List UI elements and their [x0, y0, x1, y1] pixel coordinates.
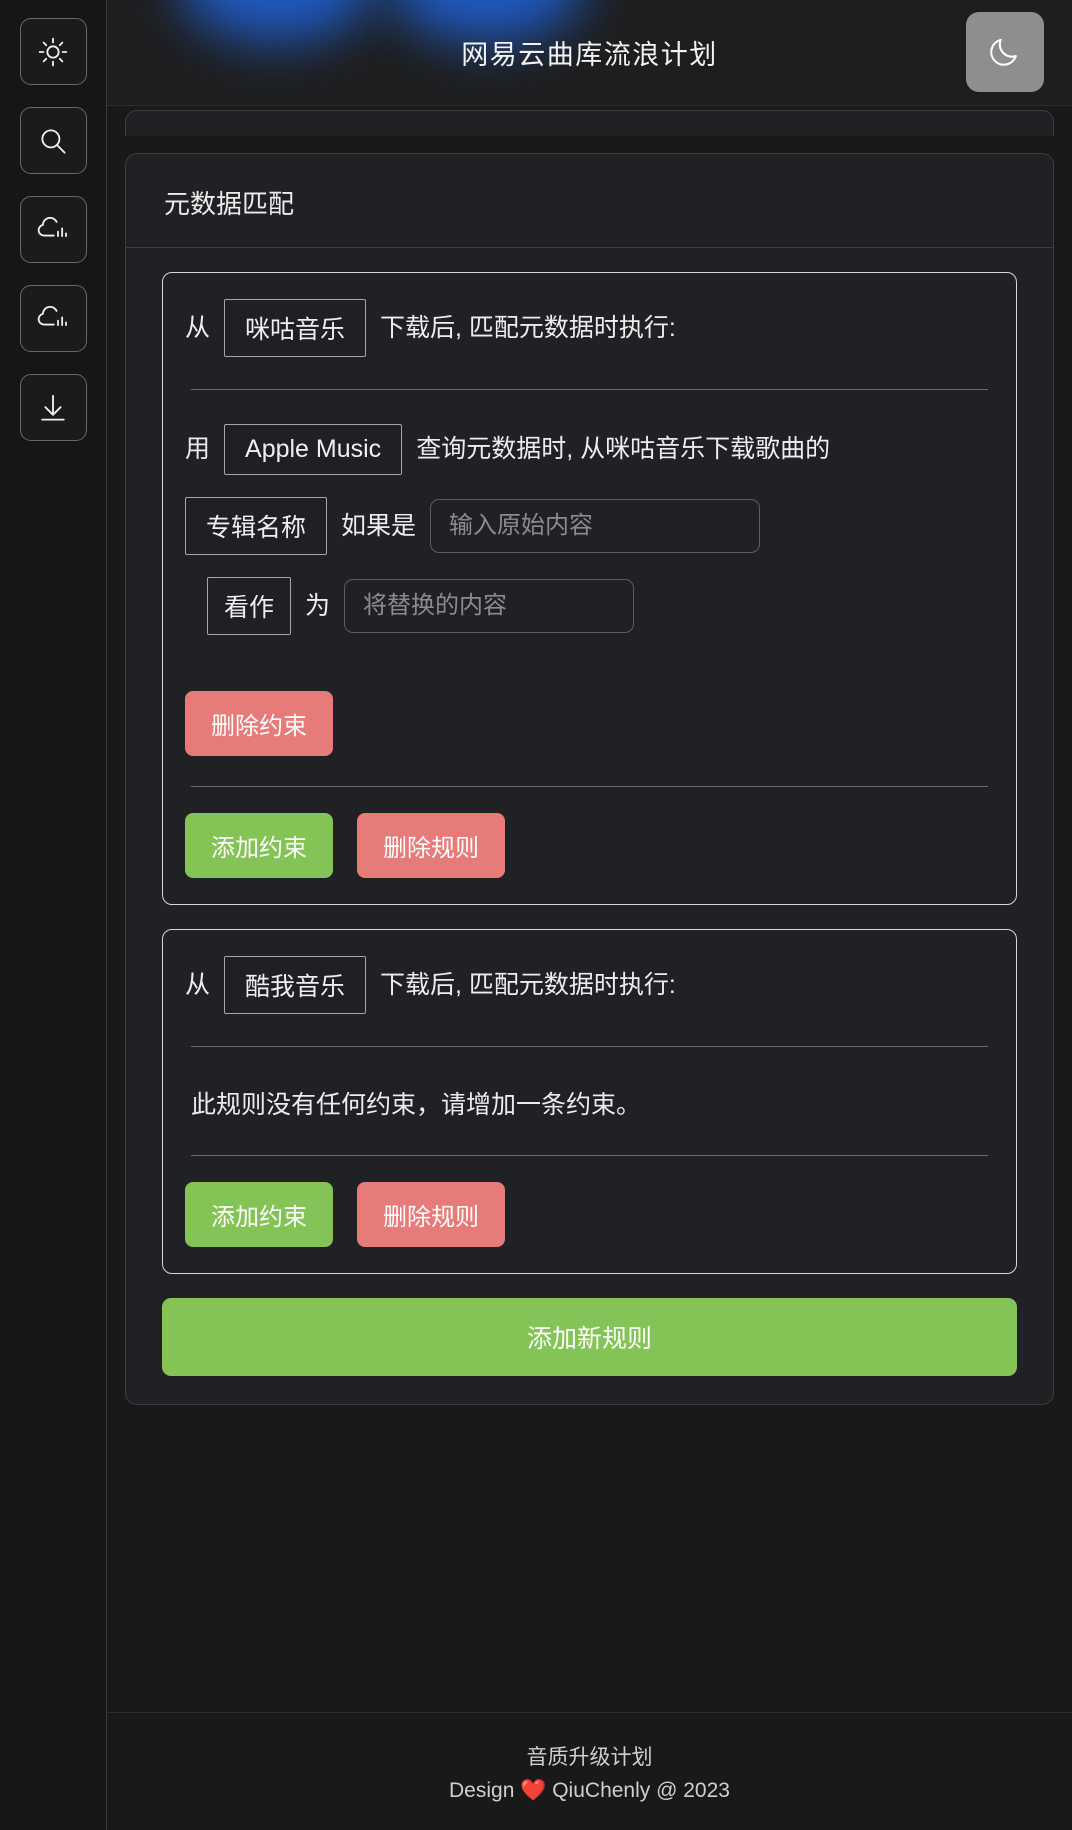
app-window: 网易云曲库流浪计划 元数据匹配 从 咪咕音乐 下载后, 匹配元数据时执行: 用 … — [0, 0, 1072, 1830]
rule-suffix-label: 下载后, 匹配元数据时执行: — [380, 970, 676, 999]
constraint-replacement-input[interactable] — [344, 579, 635, 633]
constraint-original-input[interactable] — [430, 499, 761, 553]
delete-rule-button[interactable]: 删除规则 — [357, 813, 505, 878]
rule-actions-divider — [191, 1155, 988, 1156]
rule-actions: 添加约束 删除规则 — [185, 1182, 994, 1247]
search-icon — [36, 124, 70, 158]
delete-rule-button[interactable]: 删除规则 — [357, 1182, 505, 1247]
constraint-line-2: 专辑名称 如果是 — [185, 497, 994, 555]
page-title: 网易云曲库流浪计划 — [461, 40, 718, 70]
constraint-actions: 删除约束 — [185, 691, 994, 756]
sidebar-item-cloud-music[interactable] — [19, 196, 87, 263]
main-column: 网易云曲库流浪计划 元数据匹配 从 咪咕音乐 下载后, 匹配元数据时执行: 用 … — [107, 0, 1072, 1830]
metadata-match-panel: 元数据匹配 从 咪咕音乐 下载后, 匹配元数据时执行: 用 Apple Musi… — [125, 153, 1054, 1405]
rule-header-line: 从 咪咕音乐 下载后, 匹配元数据时执行: — [185, 299, 994, 357]
rule-prefix-label: 从 — [185, 970, 211, 999]
titlebar: 网易云曲库流浪计划 — [107, 0, 1072, 106]
cloud-chart-icon — [35, 213, 71, 247]
rule-source-select[interactable]: 酷我音乐 — [224, 956, 367, 1014]
constraint-seg3-label: 如果是 — [341, 511, 417, 540]
moon-icon — [987, 31, 1023, 74]
sidebar-item-brightness[interactable] — [19, 18, 87, 85]
previous-panel-edge — [125, 110, 1054, 136]
panel-title: 元数据匹配 — [126, 154, 1053, 248]
delete-constraint-button[interactable]: 删除约束 — [185, 691, 333, 756]
rule-prefix-label: 从 — [185, 313, 211, 342]
rule-actions: 添加约束 删除规则 — [185, 813, 994, 878]
constraint-list: 用 Apple Music 查询元数据时, 从咪咕音乐下载歌曲的 专辑名称 如果… — [185, 424, 994, 756]
footer-design-label: Design — [449, 1778, 515, 1802]
sidebar-item-download[interactable] — [19, 374, 87, 441]
sidebar-item-search[interactable] — [19, 107, 87, 174]
constraint-line-1: 用 Apple Music 查询元数据时, 从咪咕音乐下载歌曲的 — [185, 424, 994, 475]
sidebar-item-cloud-stats[interactable] — [19, 285, 87, 352]
theme-toggle-button[interactable] — [966, 12, 1044, 92]
cloud-chart-icon-2 — [35, 302, 71, 336]
rule-divider — [191, 389, 988, 390]
constraint-operator-select[interactable]: 看作 — [207, 577, 292, 635]
rule-actions-divider — [191, 786, 988, 787]
rule-suffix-label: 下载后, 匹配元数据时执行: — [380, 313, 676, 342]
footer: 音质升级计划 Design ❤️ QiuChenly @ 2023 — [107, 1712, 1072, 1830]
download-icon — [36, 391, 70, 425]
constraint-field-select[interactable]: 专辑名称 — [185, 497, 328, 555]
constraint-seg1-label: 用 — [185, 435, 211, 464]
empty-constraint-note: 此规则没有任何约束，请增加一条约束。 — [191, 1091, 642, 1119]
add-new-rule-button[interactable]: 添加新规则 — [162, 1298, 1017, 1376]
rule-card: 从 咪咕音乐 下载后, 匹配元数据时执行: 用 Apple Music 查询元数… — [162, 272, 1017, 905]
footer-author-label: QiuChenly @ 2023 — [552, 1778, 730, 1802]
add-constraint-button[interactable]: 添加约束 — [185, 1182, 333, 1247]
add-constraint-button[interactable]: 添加约束 — [185, 813, 333, 878]
rule-source-select[interactable]: 咪咕音乐 — [224, 299, 367, 357]
panel-body: 从 咪咕音乐 下载后, 匹配元数据时执行: 用 Apple Music 查询元数… — [126, 248, 1053, 1404]
constraint-seg4-label: 为 — [305, 591, 331, 620]
decorative-glow-left — [179, 0, 375, 42]
constraint-line-3: 看作 为 — [185, 577, 994, 635]
footer-project-label: 音质升级计划 — [526, 1745, 653, 1769]
footer-credit: Design ❤️ QiuChenly @ 2023 — [449, 1779, 730, 1803]
rule-card: 从 酷我音乐 下载后, 匹配元数据时执行: 此规则没有任何约束，请增加一条约束。… — [162, 929, 1017, 1274]
rule-header-line: 从 酷我音乐 下载后, 匹配元数据时执行: — [185, 956, 994, 1014]
constraint-seg2-label: 查询元数据时, 从咪咕音乐下载歌曲的 — [416, 435, 831, 464]
content-scroll-area[interactable]: 元数据匹配 从 咪咕音乐 下载后, 匹配元数据时执行: 用 Apple Musi… — [107, 106, 1072, 1712]
rule-divider — [191, 1046, 988, 1047]
constraint-provider-select[interactable]: Apple Music — [224, 424, 403, 475]
sun-icon — [36, 35, 70, 69]
heart-icon: ❤️ — [520, 1778, 547, 1802]
sidebar — [0, 0, 107, 1830]
